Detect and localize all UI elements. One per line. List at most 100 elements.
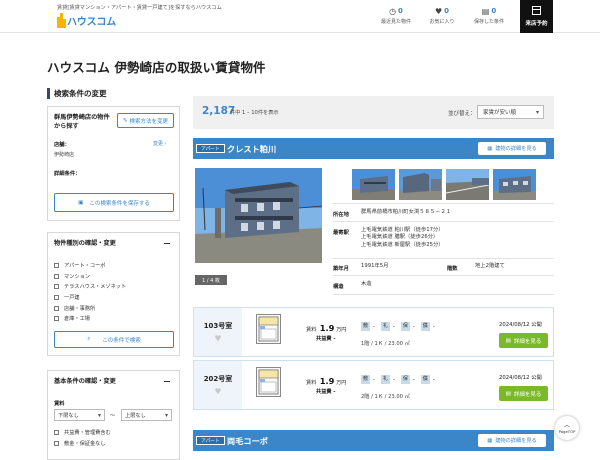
saved-count: 0 xyxy=(491,7,497,15)
room-number: 202号室 xyxy=(203,375,233,383)
initial-cost-chips: 敷- 礼- 保- 償- xyxy=(361,375,441,384)
rent-separator: 〜 xyxy=(110,413,116,419)
rent-max-select[interactable]: 上限なし xyxy=(121,409,172,421)
basic-conditions-box: 基本条件の確認・変更 賃料 下限なし 〜 上限なし 共益費・管理費含む 敷金・保… xyxy=(47,370,180,460)
property-thumbnail[interactable] xyxy=(446,169,489,200)
type-options: アパート・コーポ マンション テラスハウス・メゾネット 一戸建 店舗・事務所 倉… xyxy=(54,260,126,324)
cost-chip: 償- xyxy=(420,375,435,384)
favorite-heart-icon[interactable]: ♥ xyxy=(214,387,221,396)
property-thumbnail[interactable] xyxy=(493,169,536,200)
info-row-structure: 構造 木造 xyxy=(333,275,554,295)
info-row-address: 所在地 群馬県前橋市粕川町女渕５８５－２１ xyxy=(333,203,554,221)
type-checkbox[interactable]: マンション xyxy=(54,271,126,282)
rent-amount: 賃料 1.9 万円 xyxy=(306,323,347,333)
cost-chip: 償- xyxy=(420,322,435,331)
doc-icon: ▤ xyxy=(505,337,511,344)
property-header: アパート クレスト粕川 ▦ 建物の詳細を見る xyxy=(193,138,554,159)
visit-reservation-button[interactable]: 来店予約 xyxy=(520,0,553,33)
property-thumbnail[interactable] xyxy=(352,169,395,200)
property-type-box: 物件種別の確認・変更 アパート・コーポ マンション テラスハウス・メゾネット 一… xyxy=(47,232,180,356)
apply-type-button[interactable]: ⌕ この条件で検索 xyxy=(54,331,174,348)
saved-label: 保存した条件 xyxy=(473,19,504,25)
room-detail-button[interactable]: ▤ 詳細を見る xyxy=(499,386,548,401)
store-box-title: 群馬伊勢崎店の物件 から探す xyxy=(54,114,110,130)
favorites-label: お気に入り xyxy=(429,19,455,25)
nav-recently-viewed[interactable]: ◷ 0 最近見た物件 xyxy=(378,6,414,26)
no-deposit-checkbox[interactable]: 敷金・保証金なし xyxy=(54,438,111,449)
sort-select[interactable]: 家賃が安い順 xyxy=(477,105,544,119)
building-detail-button[interactable]: ▦ 建物の詳細を見る xyxy=(478,434,546,447)
change-search-method-button[interactable]: ✎ 検索方法を変更 xyxy=(117,113,174,128)
room-layout: 1階 / 1Ｋ / 23.00 ㎡ xyxy=(361,341,410,347)
building-detail-button[interactable]: ▦ 建物の詳細を見る xyxy=(478,142,546,155)
doc-icon: ▤ xyxy=(505,390,511,397)
cost-chip: 保- xyxy=(400,375,415,384)
published-date: 2024/08/12 公開 xyxy=(499,322,542,328)
room-row: 202号室 ♥ 賃料 1.9 万円 共益費 - 敷- 礼- 保- 償- 2階 / … xyxy=(193,360,554,410)
collapse-icon[interactable] xyxy=(164,381,170,382)
rent-amount: 賃料 1.9 万円 xyxy=(306,376,347,386)
note-icon: ▤ xyxy=(481,6,490,16)
logo-text: ハウスコム xyxy=(67,16,116,28)
property-type-badge: アパート xyxy=(196,436,225,445)
building-icon: ▦ xyxy=(487,145,493,152)
visit-label: 来店予約 xyxy=(525,21,548,27)
published-date: 2024/08/12 公開 xyxy=(499,375,542,381)
type-checkbox[interactable]: 一戸建 xyxy=(54,292,126,303)
store-change-link[interactable]: 変更 › xyxy=(153,140,167,147)
edit-icon: ✎ xyxy=(122,117,128,124)
building-icon: ▦ xyxy=(487,437,493,444)
property-thumbnail[interactable] xyxy=(399,169,442,200)
cost-chip: 礼- xyxy=(380,375,395,384)
store-value: 伊勢崎店 xyxy=(54,152,75,158)
room-number: 103号室 xyxy=(203,322,233,330)
info-row-built: 築年月 1991年5月 階数 地上2階建て xyxy=(333,258,554,275)
room-row: 103号室 ♥ 賃料 1.9 万円 共益費 - 敷- 礼- 保- 償- 1階 / … xyxy=(193,307,554,357)
common-fee: 共益費 - xyxy=(316,336,336,342)
property-type-badge: アパート xyxy=(196,144,225,153)
nav-favorites[interactable]: ♥ 0 お気に入り xyxy=(424,6,460,26)
save-search-button[interactable]: ▣ この検索条件を保存する xyxy=(54,193,174,212)
logo[interactable]: ハウスコム xyxy=(57,12,116,28)
favorites-count: 0 xyxy=(444,7,450,15)
store-search-box: 群馬伊勢崎店の物件 から探す ✎ 検索方法を変更 店舗： 変更 › 伊勢崎店 詳細… xyxy=(47,106,180,221)
search-change-heading: 検索条件の変更 xyxy=(47,88,180,99)
cost-chip: 敷- xyxy=(361,322,375,331)
logo-mark-icon xyxy=(57,12,66,28)
search-icon: ⌕ xyxy=(87,336,91,342)
basic-box-title: 基本条件の確認・変更 xyxy=(54,378,116,385)
photo-counter: 1 / 4 枚 xyxy=(195,275,227,285)
page-title: ハウスコム 伊勢崎店の取扱い賃貸物件 xyxy=(47,60,266,75)
property-name[interactable]: クレスト粕川 xyxy=(227,143,276,155)
type-checkbox[interactable]: アパート・コーポ xyxy=(54,260,126,271)
rent-label: 賃料 xyxy=(54,401,65,407)
property-name[interactable]: 両毛コーポ xyxy=(227,435,268,447)
collapse-icon[interactable] xyxy=(164,243,170,244)
cost-chip: 礼- xyxy=(380,322,395,331)
room-detail-button[interactable]: ▤ 詳細を見る xyxy=(499,333,548,348)
chevron-right-icon: › xyxy=(164,141,167,147)
clock-icon: ◷ xyxy=(389,6,397,16)
common-fee-checkbox[interactable]: 共益費・管理費含む xyxy=(54,427,111,438)
nav-saved-conditions[interactable]: ▤ 0 保存した条件 xyxy=(468,6,510,26)
site-header: 賃貸[賃貸マンション・アパート・賃貸一戸建て]を探すならハウスコム ハウスコム … xyxy=(0,0,600,33)
type-checkbox[interactable]: 倉庫・工場 xyxy=(54,313,126,324)
result-range: 件中 1 – 10件を表示 xyxy=(230,110,279,116)
sort-label: 並び替え： xyxy=(448,111,476,117)
save-icon: ▣ xyxy=(78,199,84,206)
heart-icon: ♥ xyxy=(434,6,443,16)
calendar-icon xyxy=(532,6,541,15)
type-checkbox[interactable]: 店舗・事務所 xyxy=(54,303,126,314)
property-header: アパート 両毛コーポ ▦ 建物の詳細を見る xyxy=(193,430,554,451)
initial-cost-chips: 敷- 礼- 保- 償- xyxy=(361,322,441,331)
property-main-photo[interactable] xyxy=(195,168,322,263)
favorite-heart-icon[interactable]: ♥ xyxy=(214,334,221,343)
common-fee: 共益費 - xyxy=(316,389,336,395)
floor-plan-image[interactable] xyxy=(256,367,281,397)
rent-min-select[interactable]: 下限なし xyxy=(54,409,105,421)
cost-chip: 保- xyxy=(400,322,415,331)
recent-label: 最近見た物件 xyxy=(380,19,411,25)
type-checkbox[interactable]: テラスハウス・メゾネット xyxy=(54,281,126,292)
floor-plan-image[interactable] xyxy=(256,314,281,344)
page-top-button[interactable]: ︿ PageTOP xyxy=(555,416,579,440)
